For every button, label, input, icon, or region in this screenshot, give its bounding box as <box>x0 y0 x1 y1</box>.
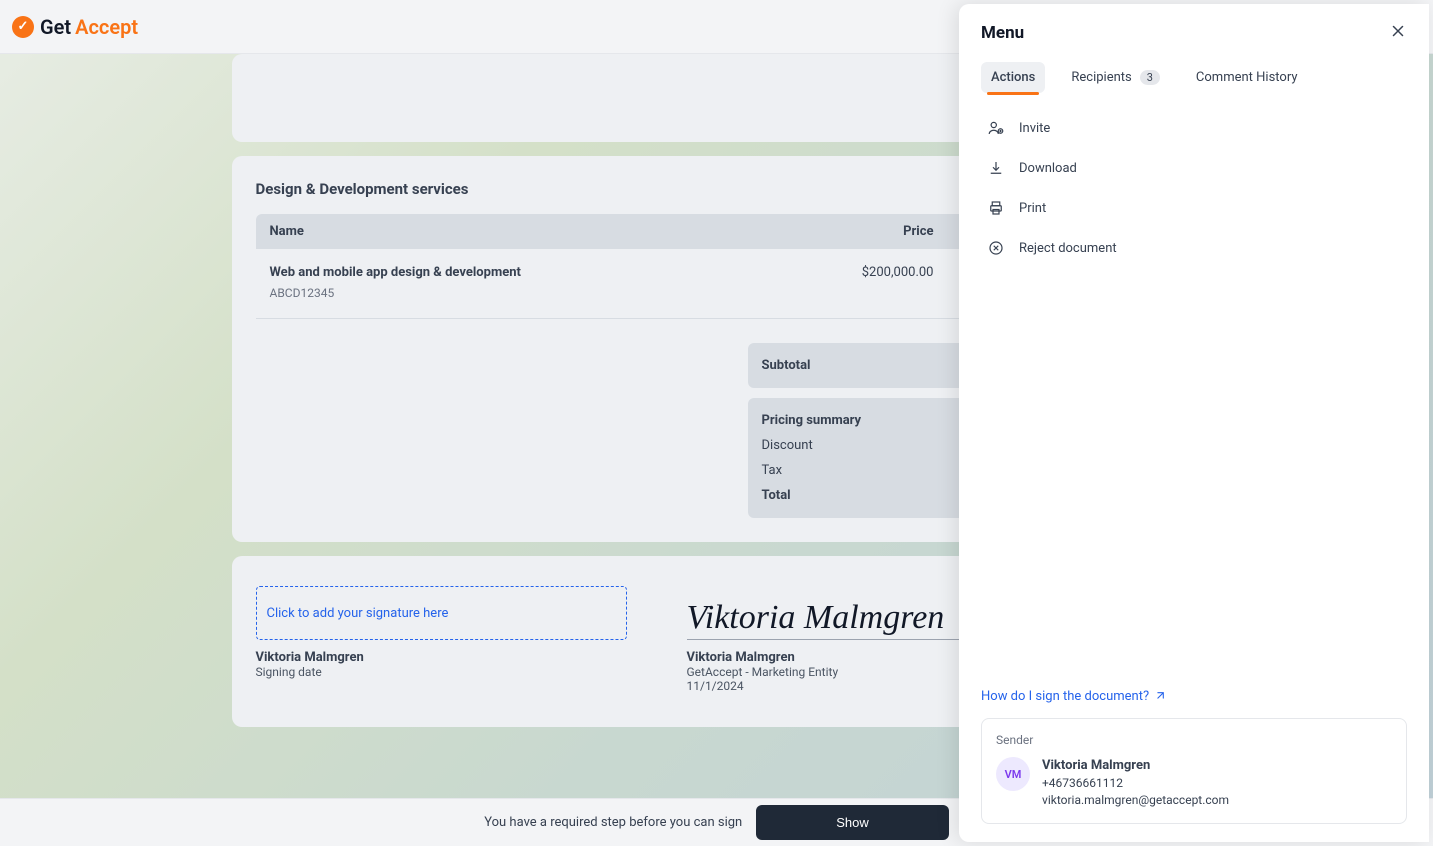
invite-icon <box>987 119 1005 137</box>
tax-label: Tax <box>762 463 783 478</box>
action-invite[interactable]: Invite <box>981 111 1407 145</box>
action-invite-label: Invite <box>1019 121 1050 136</box>
panel-title: Menu <box>981 23 1024 43</box>
menu-panel: Menu Actions Recipients 3 Comment Histor… <box>959 4 1429 842</box>
brand-accept: Accept <box>75 15 138 39</box>
tab-recipients[interactable]: Recipients 3 <box>1061 62 1170 93</box>
sender-info: Viktoria Malmgren +46736661112 viktoria.… <box>1042 757 1229 809</box>
action-print-label: Print <box>1019 201 1046 216</box>
tab-actions-label: Actions <box>991 70 1035 85</box>
action-print[interactable]: Print <box>981 191 1407 225</box>
action-download[interactable]: Download <box>981 151 1407 185</box>
total-label: Total <box>762 488 791 503</box>
document-block-top <box>232 54 1082 142</box>
panel-spacer <box>981 265 1407 689</box>
sender-name: Viktoria Malmgren <box>1042 757 1229 775</box>
recipients-count-badge: 3 <box>1140 70 1160 85</box>
action-reject-label: Reject document <box>1019 241 1117 256</box>
close-button[interactable] <box>1389 22 1407 44</box>
tab-comment-history[interactable]: Comment History <box>1186 62 1308 93</box>
show-button[interactable]: Show <box>756 805 949 840</box>
action-reject[interactable]: Reject document <box>981 231 1407 265</box>
tab-recipients-label: Recipients <box>1071 70 1131 85</box>
item-name-cell: Web and mobile app design & development … <box>256 249 818 319</box>
panel-tabs: Actions Recipients 3 Comment History <box>981 62 1407 93</box>
tab-actions[interactable]: Actions <box>981 62 1045 93</box>
pricing-header-row: Name Price Units <box>256 214 1058 249</box>
item-sku: ABCD12345 <box>270 280 804 312</box>
sender-email: viktoria.malmgren@getaccept.com <box>1042 792 1229 809</box>
footer-text: You have a required step before you can … <box>484 815 742 830</box>
item-price: $200,000.00 <box>818 249 948 319</box>
panel-header: Menu <box>981 22 1407 44</box>
action-list: Invite Download Print Reject document <box>981 111 1407 265</box>
brand-get: Get <box>40 15 71 39</box>
action-download-label: Download <box>1019 161 1077 176</box>
item-name: Web and mobile app design & development <box>270 265 521 280</box>
signature-slot-1: Click to add your signature here Viktori… <box>256 586 627 693</box>
help-sign-link[interactable]: How do I sign the document? <box>981 689 1407 704</box>
sender-label: Sender <box>996 733 1392 747</box>
signature-field[interactable]: Click to add your signature here <box>256 586 627 640</box>
col-name: Name <box>256 214 818 249</box>
tab-history-label: Comment History <box>1196 70 1298 85</box>
discount-label: Discount <box>762 438 813 453</box>
pricing-title: Design & Development services <box>256 180 1058 198</box>
download-icon <box>987 159 1005 177</box>
summary-label: Pricing summary <box>762 413 862 428</box>
signer1-name: Viktoria Malmgren <box>256 650 627 665</box>
signer1-sub: Signing date <box>256 665 627 679</box>
help-link-text: How do I sign the document? <box>981 689 1149 704</box>
pricing-item-row: Web and mobile app design & development … <box>256 249 1058 319</box>
sender-phone: +46736661112 <box>1042 775 1229 792</box>
sender-row: VM Viktoria Malmgren +46736661112 viktor… <box>996 757 1392 809</box>
sender-card: Sender VM Viktoria Malmgren +46736661112… <box>981 718 1407 824</box>
pricing-block: Design & Development services Name Price… <box>232 156 1082 542</box>
signature-placeholder: Click to add your signature here <box>267 606 449 621</box>
sender-avatar: VM <box>996 757 1030 791</box>
col-price: Price <box>818 214 948 249</box>
external-link-icon <box>1153 690 1166 703</box>
pricing-table: Name Price Units Web and mobile app desi… <box>256 214 1058 319</box>
reject-icon <box>987 239 1005 257</box>
close-icon <box>1389 22 1407 40</box>
logo-check-icon: ✓ <box>12 16 34 38</box>
print-icon <box>987 199 1005 217</box>
signature-block: Click to add your signature here Viktori… <box>232 556 1082 727</box>
brand-logo: ✓ GetAccept <box>12 15 138 39</box>
subtotal-label: Subtotal <box>762 358 811 373</box>
